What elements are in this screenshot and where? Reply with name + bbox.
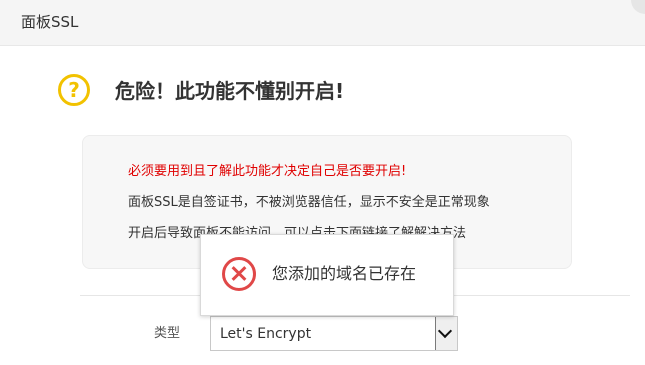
dialog-header: 面板SSL bbox=[0, 0, 645, 46]
chevron-down-icon[interactable] bbox=[435, 317, 457, 350]
question-mark-icon: ? bbox=[58, 74, 90, 106]
error-toast: 您添加的域名已存在 bbox=[200, 234, 454, 316]
warning-title: 危险！此功能不懂别开启! bbox=[115, 79, 345, 103]
notice-required-text: 必须要用到且了解此功能才决定自己是否要开启! bbox=[128, 164, 407, 179]
toast-message: 您添加的域名已存在 bbox=[272, 264, 417, 283]
type-label: 类型 bbox=[154, 326, 181, 341]
error-x-icon bbox=[222, 257, 256, 291]
type-select[interactable]: Let's Encrypt bbox=[210, 316, 458, 351]
type-select-value: Let's Encrypt bbox=[220, 326, 312, 342]
close-icon[interactable] bbox=[631, 0, 645, 14]
notice-ssl-text: 面板SSL是自签证书，不被浏览器信任，显示不安全是正常现象 bbox=[128, 195, 490, 210]
dialog-title: 面板SSL bbox=[21, 13, 79, 31]
